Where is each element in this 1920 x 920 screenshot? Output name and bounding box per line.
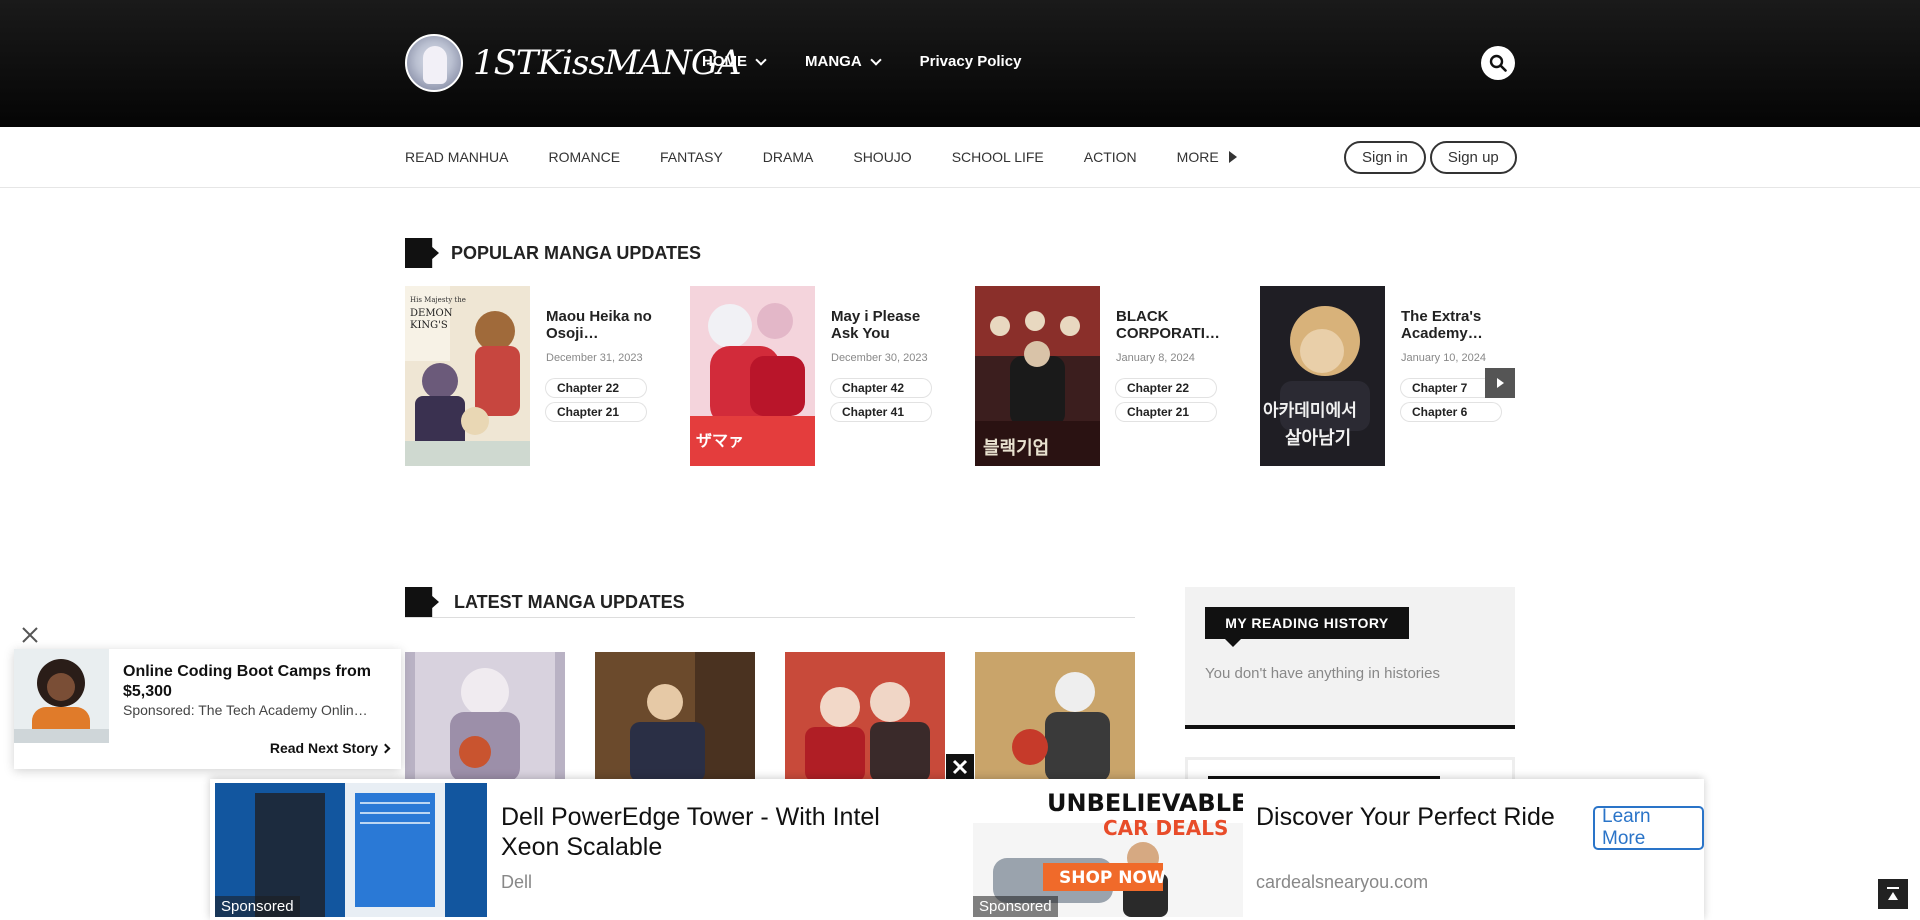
popular-item: ザマァ May i Please Ask You Just… December … — [690, 286, 950, 466]
ad-image[interactable]: Sponsored — [215, 783, 487, 917]
latest-manga-thumbnail[interactable] — [595, 652, 755, 782]
ad-image[interactable]: UNBELIEVABLE CAR DEALS SHOP NOW Sponsore… — [973, 783, 1243, 917]
chapter-link[interactable]: Chapter 22 — [1116, 379, 1216, 397]
genre-action[interactable]: ACTION — [1084, 149, 1137, 165]
chapter-link[interactable]: Chapter 21 — [546, 403, 646, 421]
chapter-link[interactable]: Chapter 41 — [831, 403, 931, 421]
popular-title-text: POPULAR MANGA UPDATES — [451, 242, 702, 263]
ad-close-button[interactable] — [946, 754, 974, 780]
update-date: January 10, 2024 — [1401, 352, 1487, 364]
update-date: January 8, 2024 — [1116, 352, 1195, 364]
genre-nav: READ MANHUA ROMANCE FANTASY DRAMA SHOUJO… — [0, 127, 1920, 188]
close-icon[interactable] — [20, 625, 40, 645]
ad-source: cardealsnearyou.com — [1256, 872, 1429, 892]
latest-manga-thumbnail[interactable] — [785, 652, 945, 782]
ad-image-cta: SHOP NOW — [1059, 868, 1166, 888]
genre-romance[interactable]: ROMANCE — [548, 149, 620, 165]
reading-history-title: MY READING HISTORY — [1205, 607, 1409, 647]
popular-item: 블랙기업 BLACK CORPORATI… January 8, 2024 Ch… — [975, 286, 1235, 466]
nav-home-label: HOME — [702, 53, 747, 70]
close-icon — [952, 759, 968, 775]
popular-item: His Majesty the DEMON KING'S Maou Heika … — [405, 286, 665, 466]
manga-cover-image[interactable]: ザマァ — [690, 286, 815, 466]
manga-cover-image[interactable]: 블랙기업 — [975, 286, 1100, 466]
recommended-story-widget[interactable]: Online Coding Boot Camps from $5,300 Spo… — [14, 649, 401, 769]
bottom-ad-bar: Sponsored Dell PowerEdge Tower - With In… — [210, 779, 1704, 920]
popular-item: 아카데미에서 살아남기 The Extra's Academy… January… — [1260, 286, 1520, 466]
logo-avatar-icon — [405, 34, 463, 92]
genre-school-life[interactable]: SCHOOL LIFE — [952, 149, 1044, 165]
sign-in-button[interactable]: Sign in — [1344, 141, 1426, 174]
main-nav: HOME MANGA Privacy Policy — [702, 53, 1061, 70]
reading-history-empty: You don't have anything in histories — [1205, 665, 1440, 682]
manga-title-link[interactable]: Maou Heika no Osoji… — [546, 308, 652, 342]
chevron-down-icon — [870, 53, 882, 66]
manga-cover-image[interactable]: His Majesty the DEMON KING'S — [405, 286, 530, 466]
ad-title[interactable]: Discover Your Perfect Ride — [1256, 802, 1576, 832]
latest-manga-thumbnail[interactable] — [405, 652, 565, 782]
latest-title-text: LATEST MANGA UPDATES — [454, 591, 685, 612]
sign-up-button[interactable]: Sign up — [1429, 141, 1517, 174]
genre-shoujo[interactable]: SHOUJO — [853, 149, 911, 165]
section-divider — [405, 617, 1135, 618]
story-thumbnail — [14, 649, 109, 743]
section-flag-icon — [405, 238, 439, 268]
latest-section-title: LATEST MANGA UPDATES — [405, 587, 685, 617]
nav-manga[interactable]: MANGA — [805, 53, 882, 70]
logo-text: 1STKissMANGA — [473, 43, 742, 83]
site-logo[interactable]: 1STKissMANGA — [405, 34, 742, 92]
manga-title-link[interactable]: May i Please Ask You Just… — [831, 308, 937, 342]
genre-more-label: MORE — [1176, 149, 1219, 165]
read-next-label: Read Next Story — [269, 740, 378, 756]
ad-title[interactable]: Dell PowerEdge Tower - With Intel Xeon S… — [501, 802, 921, 862]
update-date: December 31, 2023 — [546, 352, 643, 364]
site-header: 1STKissMANGA HOME MANGA Privacy Policy — [0, 0, 1920, 127]
genre-drama[interactable]: DRAMA — [763, 149, 814, 165]
section-flag-icon — [405, 587, 439, 617]
svg-text:살아남기: 살아남기 — [1285, 428, 1351, 449]
svg-text:블랙기업: 블랙기업 — [983, 438, 1049, 459]
latest-manga-thumbnail[interactable] — [975, 652, 1135, 782]
story-title[interactable]: Online Coding Boot Camps from $5,300 — [123, 662, 393, 702]
manga-title-link[interactable]: BLACK CORPORATI… — [1116, 308, 1222, 342]
popular-section-title: POPULAR MANGA UPDATES — [405, 238, 701, 268]
caret-right-icon — [1228, 151, 1237, 163]
svg-text:KING'S: KING'S — [410, 320, 448, 331]
manga-title-link[interactable]: The Extra's Academy… — [1401, 308, 1507, 342]
story-sponsor: Sponsored: The Tech Academy Onlin… — [123, 702, 368, 718]
learn-more-button[interactable]: Learn More — [1593, 806, 1704, 850]
svg-text:DEMON: DEMON — [410, 308, 453, 319]
ad-source: Dell — [501, 872, 533, 892]
auth-buttons: Sign in Sign up — [1344, 141, 1517, 174]
manga-cover-image[interactable]: 아카데미에서 살아남기 — [1260, 286, 1385, 466]
carousel-next-button[interactable] — [1485, 368, 1515, 398]
svg-text:His Majesty the: His Majesty the — [410, 296, 466, 304]
reading-history-widget: MY READING HISTORY You don't have anythi… — [1185, 587, 1515, 729]
back-to-top-button[interactable] — [1878, 879, 1908, 909]
search-button[interactable] — [1481, 46, 1515, 80]
nav-privacy-policy[interactable]: Privacy Policy — [920, 53, 1022, 70]
chapter-link[interactable]: Chapter 21 — [1116, 403, 1216, 421]
read-next-story-link[interactable]: Read Next Story — [269, 740, 391, 756]
chapter-link[interactable]: Chapter 42 — [831, 379, 931, 397]
nav-home[interactable]: HOME — [702, 53, 767, 70]
chapter-link[interactable]: Chapter 22 — [546, 379, 646, 397]
ad-image-subheadline: CAR DEALS — [1103, 816, 1228, 840]
svg-text:ザマァ: ザマァ — [696, 431, 744, 450]
update-date: December 30, 2023 — [831, 352, 928, 364]
ad-sponsored-label: Sponsored — [973, 896, 1058, 917]
genre-read-manhua[interactable]: READ MANHUA — [405, 149, 508, 165]
genre-fantasy[interactable]: FANTASY — [660, 149, 723, 165]
chapter-link[interactable]: Chapter 6 — [1401, 403, 1501, 421]
nav-manga-label: MANGA — [805, 53, 862, 70]
chevron-right-icon — [380, 743, 391, 753]
genre-more[interactable]: MORE — [1177, 149, 1237, 165]
search-icon — [1489, 54, 1507, 72]
ad-image-headline: UNBELIEVABLE — [1047, 789, 1243, 817]
ad-sponsored-label: Sponsored — [215, 896, 300, 917]
svg-text:아카데미에서: 아카데미에서 — [1263, 401, 1357, 421]
nav-privacy-label: Privacy Policy — [919, 53, 1022, 70]
chevron-down-icon — [755, 53, 767, 66]
